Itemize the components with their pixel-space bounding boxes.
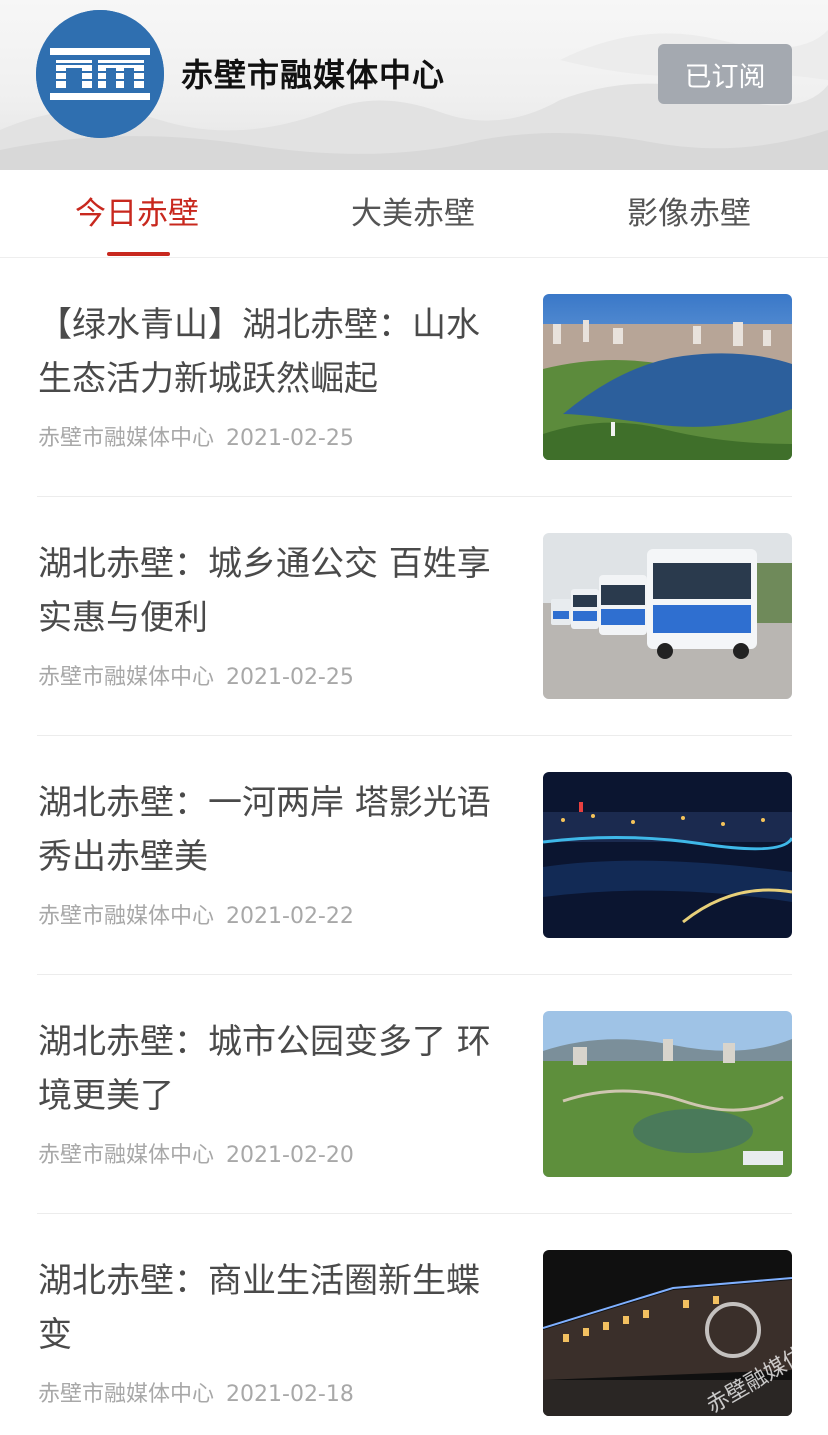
article-thumbnail[interactable] (543, 772, 792, 938)
river-city-photo (543, 294, 792, 460)
active-tab-indicator (107, 252, 170, 256)
rm-logo-icon (36, 10, 164, 138)
article-item[interactable]: 湖北赤壁：城乡通公交 百姓享实惠与便利 赤壁市融媒体中心 2021-02-25 (0, 497, 828, 736)
article-date: 2021-02-18 (226, 1382, 354, 1407)
article-item[interactable]: 湖北赤壁：商业生活圈新生蝶变 赤壁市融媒体中心 2021-02-18 赤壁融媒体 (0, 1214, 828, 1435)
article-thumbnail[interactable] (543, 1011, 792, 1177)
article-date: 2021-02-25 (226, 665, 354, 690)
article-thumbnail[interactable]: 赤壁融媒体 (543, 1250, 792, 1416)
subscribed-button[interactable]: 已订阅 (658, 44, 792, 104)
tab-bar: 今日赤壁 大美赤壁 影像赤壁 (0, 170, 828, 258)
article-source: 赤壁市融媒体中心 (38, 1143, 215, 1168)
article-title[interactable]: 湖北赤壁：商业生活圈新生蝶变 (38, 1254, 510, 1362)
article-source: 赤壁市融媒体中心 (38, 665, 215, 690)
tab-beautiful-chibi[interactable]: 大美赤壁 (351, 194, 475, 234)
article-meta: 赤壁市融媒体中心 2021-02-20 (38, 1137, 354, 1169)
article-date: 2021-02-25 (226, 426, 354, 451)
article-title[interactable]: 湖北赤壁：城乡通公交 百姓享实惠与便利 (38, 537, 510, 645)
night-street-photo: 赤壁融媒体 (543, 1250, 792, 1416)
article-source: 赤壁市融媒体中心 (38, 426, 215, 451)
tab-image-chibi[interactable]: 影像赤壁 (627, 194, 751, 234)
article-meta: 赤壁市融媒体中心 2021-02-25 (38, 420, 354, 452)
article-title[interactable]: 【绿水青山】湖北赤壁：山水生态活力新城跃然崛起 (38, 298, 510, 406)
article-item[interactable]: 湖北赤壁：城市公园变多了 环境更美了 赤壁市融媒体中心 2021-02-20 (0, 975, 828, 1214)
article-meta: 赤壁市融媒体中心 2021-02-22 (38, 898, 354, 930)
article-title[interactable]: 湖北赤壁：一河两岸 塔影光语 秀出赤壁美 (38, 776, 510, 884)
article-source: 赤壁市融媒体中心 (38, 1382, 215, 1407)
article-item[interactable]: 湖北赤壁：一河两岸 塔影光语 秀出赤壁美 赤壁市融媒体中心 2021-02-22 (0, 736, 828, 975)
tab-today-chibi[interactable]: 今日赤壁 (75, 194, 199, 234)
article-thumbnail[interactable] (543, 533, 792, 699)
channel-logo (36, 10, 164, 138)
bus-fleet-photo (543, 533, 792, 699)
article-title[interactable]: 湖北赤壁：城市公园变多了 环境更美了 (38, 1015, 510, 1123)
channel-header: 赤壁市融媒体中心 已订阅 (0, 0, 828, 170)
channel-name: 赤壁市融媒体中心 (181, 56, 446, 94)
city-park-photo (543, 1011, 792, 1177)
night-river-photo (543, 772, 792, 938)
article-date: 2021-02-22 (226, 904, 354, 929)
article-thumbnail[interactable] (543, 294, 792, 460)
article-meta: 赤壁市融媒体中心 2021-02-18 (38, 1376, 354, 1408)
article-source: 赤壁市融媒体中心 (38, 904, 215, 929)
article-item[interactable]: 【绿水青山】湖北赤壁：山水生态活力新城跃然崛起 赤壁市融媒体中心 2021-02-… (0, 258, 828, 497)
article-meta: 赤壁市融媒体中心 2021-02-25 (38, 659, 354, 691)
article-date: 2021-02-20 (226, 1143, 354, 1168)
